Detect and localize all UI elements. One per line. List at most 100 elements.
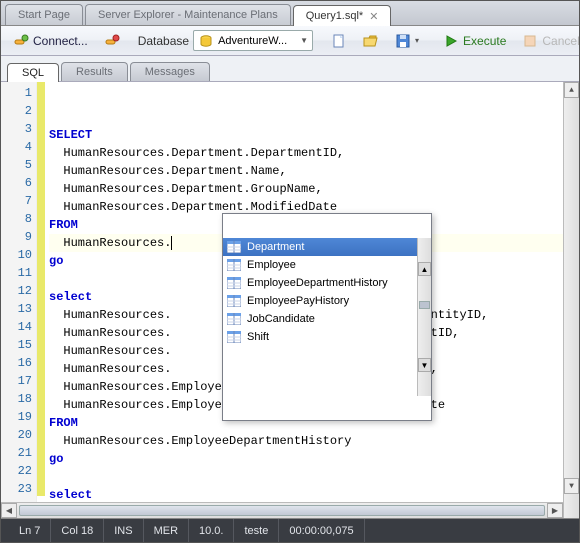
sql-editor[interactable]: 1234567891011121314151617181920212223 SE… <box>1 82 579 519</box>
tab-label: Start Page <box>18 9 70 21</box>
database-icon <box>198 33 214 49</box>
connect-button[interactable]: Connect... <box>7 31 94 51</box>
database-input[interactable] <box>218 35 296 47</box>
change-mark <box>37 100 45 118</box>
database-combo[interactable]: ▼ <box>193 30 313 51</box>
folder-open-icon <box>363 33 379 49</box>
scroll-up-icon[interactable]: ▲ <box>418 262 431 276</box>
autocomplete-item[interactable]: EmployeeDepartmentHistory <box>223 274 417 292</box>
autocomplete-item-label: Shift <box>247 331 269 343</box>
autocomplete-item-label: JobCandidate <box>247 313 315 325</box>
scroll-right-icon[interactable]: ▶ <box>547 503 563 518</box>
tab-start-page[interactable]: Start Page <box>5 4 83 25</box>
status-time: 00:00:00,075 <box>279 519 364 542</box>
change-mark <box>37 352 45 370</box>
chevron-down-icon[interactable]: ▼ <box>300 36 308 45</box>
tab-sql[interactable]: SQL <box>7 63 59 82</box>
new-query-button[interactable] <box>325 31 353 51</box>
line-number: 22 <box>1 462 32 480</box>
change-mark <box>37 442 45 460</box>
change-mark <box>37 136 45 154</box>
autocomplete-item-label: EmployeePayHistory <box>247 295 349 307</box>
cancel-button[interactable]: Cancel <box>516 31 580 51</box>
scroll-left-icon[interactable]: ◀ <box>1 503 17 518</box>
table-icon <box>227 259 241 271</box>
change-mark <box>37 154 45 172</box>
caret <box>171 236 172 250</box>
plug-off-icon <box>104 33 120 49</box>
autocomplete-item-label: Department <box>247 241 304 253</box>
code-line[interactable] <box>49 468 563 486</box>
line-number: 18 <box>1 390 32 408</box>
scroll-thumb[interactable] <box>419 301 430 309</box>
line-number: 8 <box>1 210 32 228</box>
connect-label: Connect... <box>33 34 88 48</box>
table-icon <box>227 241 241 253</box>
change-mark <box>37 118 45 136</box>
line-number: 21 <box>1 444 32 462</box>
tab-results[interactable]: Results <box>61 62 128 81</box>
change-mark <box>37 316 45 334</box>
autocomplete-popup[interactable]: Department Employee EmployeeDepartmentHist… <box>222 213 432 421</box>
code-line[interactable]: HumanResources.EmployeeDepartmentHistory <box>49 432 563 450</box>
plug-icon <box>13 33 29 49</box>
save-button[interactable]: ▾ <box>389 31 425 51</box>
change-mark <box>37 280 45 298</box>
line-gutter: 1234567891011121314151617181920212223 <box>1 82 37 518</box>
database-label: Database <box>138 34 189 48</box>
save-icon <box>395 33 411 49</box>
line-number: 16 <box>1 354 32 372</box>
line-number: 13 <box>1 300 32 318</box>
autocomplete-scrollbar[interactable]: ▲ ▼ <box>417 238 431 396</box>
line-number: 23 <box>1 480 32 498</box>
tab-query1[interactable]: Query1.sql*✕ <box>293 5 392 26</box>
scroll-down-icon[interactable]: ▼ <box>564 478 579 494</box>
code-line[interactable]: HumanResources.Department.DepartmentID, <box>49 144 563 162</box>
code-line[interactable]: go <box>49 450 563 468</box>
cancel-label: Cancel <box>542 34 579 48</box>
line-number: 1 <box>1 84 32 102</box>
line-number: 10 <box>1 246 32 264</box>
change-mark <box>37 334 45 352</box>
change-mark <box>37 82 45 100</box>
code-line[interactable]: SELECT <box>49 126 563 144</box>
result-tabs: SQL Results Messages <box>1 56 579 82</box>
chevron-down-icon[interactable]: ▾ <box>415 36 419 45</box>
close-icon[interactable]: ✕ <box>369 10 378 23</box>
line-number: 19 <box>1 408 32 426</box>
tab-label: Server Explorer - Maintenance Plans <box>98 9 278 21</box>
scroll-up-icon[interactable]: ▲ <box>564 82 579 98</box>
scroll-down-icon[interactable]: ▼ <box>418 358 431 372</box>
tab-messages[interactable]: Messages <box>130 62 210 81</box>
autocomplete-item[interactable]: EmployeePayHistory <box>223 292 417 310</box>
disconnect-button[interactable] <box>98 31 126 51</box>
autocomplete-item[interactable]: JobCandidate <box>223 310 417 328</box>
scroll-thumb[interactable] <box>19 505 545 516</box>
line-number: 6 <box>1 174 32 192</box>
autocomplete-item-label: Employee <box>247 259 296 271</box>
table-icon <box>227 331 241 343</box>
line-number: 4 <box>1 138 32 156</box>
execute-button[interactable]: Execute <box>437 31 512 51</box>
code-line[interactable]: HumanResources.Department.Name, <box>49 162 563 180</box>
tab-server-explorer[interactable]: Server Explorer - Maintenance Plans <box>85 4 291 25</box>
code-line[interactable]: HumanResources.Department.GroupName, <box>49 180 563 198</box>
change-mark <box>37 478 45 496</box>
horizontal-scrollbar[interactable]: ◀ ▶ <box>1 502 563 518</box>
open-button[interactable] <box>357 31 385 51</box>
code-area[interactable]: SELECT HumanResources.Department.Departm… <box>45 82 563 518</box>
vertical-scrollbar[interactable]: ▲ ▼ <box>563 82 579 518</box>
change-mark <box>37 208 45 226</box>
autocomplete-item[interactable]: Employee <box>223 256 417 274</box>
change-mark <box>37 244 45 262</box>
table-icon <box>227 277 241 289</box>
change-marks <box>37 82 45 518</box>
play-icon <box>443 33 459 49</box>
autocomplete-item[interactable]: Shift <box>223 328 417 346</box>
change-mark <box>37 262 45 280</box>
autocomplete-item[interactable]: Department <box>223 238 417 256</box>
stop-icon <box>522 33 538 49</box>
change-mark <box>37 388 45 406</box>
change-mark <box>37 460 45 478</box>
line-number: 17 <box>1 372 32 390</box>
